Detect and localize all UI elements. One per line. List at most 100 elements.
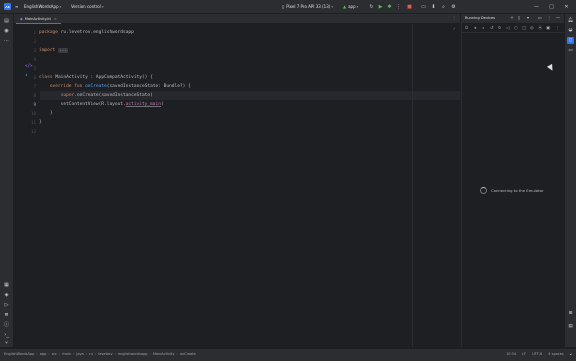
- left-tool-strip: ▤ ◉ ⋯ ▦ ◈ ▷ ≣ ⓘ ›_ ⑂: [0, 14, 14, 347]
- breadcrumb-item[interactable]: levetrov: [98, 352, 112, 356]
- override-gutter-icon[interactable]: ↥: [25, 72, 28, 77]
- volume-up-icon[interactable]: ◂: [474, 25, 476, 30]
- search-icon[interactable]: ⌕: [440, 3, 447, 10]
- breadcrumb-item[interactable]: MainActivity: [153, 352, 174, 356]
- tab-mainactivity[interactable]: ◆ MainActivity.kt ×: [16, 14, 61, 24]
- code-line[interactable]: super .onCreate(savedInstanceState): [39, 91, 153, 100]
- code-line[interactable]: class MainActivity : AppCompatActivity()…: [39, 73, 153, 82]
- screenshot-icon[interactable]: ◎: [530, 25, 534, 30]
- device-manager-icon[interactable]: ▭: [567, 47, 574, 54]
- sdk-manager-icon[interactable]: ⬇: [430, 3, 437, 10]
- device-manager-icon[interactable]: ▭: [420, 3, 427, 10]
- device-explorer-icon[interactable]: ▤: [567, 323, 574, 330]
- breadcrumb-separator-icon: ›: [48, 352, 50, 356]
- class-gutter-icon[interactable]: </>: [25, 63, 33, 68]
- screen-record-icon[interactable]: ⦿: [538, 25, 542, 31]
- tab-label: MainActivity.kt: [24, 16, 51, 21]
- project-folder-icon[interactable]: ▤: [3, 17, 10, 24]
- maximize-icon[interactable]: □: [548, 3, 555, 10]
- add-device-icon[interactable]: ＋: [510, 15, 514, 21]
- extended-controls-icon[interactable]: ⋮: [555, 25, 559, 30]
- file-encoding[interactable]: UTF-8: [532, 352, 542, 356]
- android-studio-logo-icon[interactable]: AS: [4, 3, 11, 10]
- power-icon[interactable]: ⏻: [465, 25, 468, 30]
- resource-manager-icon[interactable]: ◈: [3, 291, 10, 298]
- problems-icon[interactable]: ⓘ: [3, 321, 10, 328]
- code-editor[interactable]: ✓ </> ↥ 1 2 3 4 5 6 7 8 9 10 11 12 package ru.levet…: [14, 24, 460, 347]
- commit-icon[interactable]: ◉: [3, 27, 10, 34]
- layout-inspector-icon[interactable]: ⊞: [567, 310, 574, 317]
- back-icon[interactable]: ◁: [506, 25, 509, 30]
- notifications-icon[interactable]: 🔔︎: [567, 17, 574, 24]
- chevron-down-icon[interactable]: ▾: [527, 15, 529, 20]
- overview-icon[interactable]: □: [522, 25, 526, 30]
- close-icon[interactable]: ✕: [563, 3, 570, 10]
- code-line[interactable]: override fun onCreate (savedInstanceState…: [39, 82, 191, 91]
- structure-icon[interactable]: ⋯: [3, 37, 10, 44]
- stop-icon[interactable]: ■: [406, 3, 413, 10]
- breadcrumb-item[interactable]: main: [62, 352, 71, 356]
- code-token: }: [39, 120, 42, 125]
- emulator-toolbar: ⏻ ◂ ◃ ↺ ↻ ◁ ○ □ ◎ ⦿ ▣ ⋮: [462, 23, 565, 33]
- terminal-icon[interactable]: ›_: [3, 331, 10, 338]
- right-margin-guide: [412, 24, 413, 347]
- breadcrumb-item[interactable]: EnglishWordsApp: [4, 352, 34, 356]
- code-line[interactable]: setContentView(R.layout. activity_main): [39, 100, 164, 109]
- status-bar: EnglishWordsApp › app › src › main › java › ru › lev…: [0, 348, 576, 361]
- run-tool-icon[interactable]: ▷: [3, 301, 10, 308]
- run-config-selector[interactable]: ▲ app ▾: [343, 3, 358, 10]
- close-tab-icon[interactable]: ×: [54, 17, 57, 21]
- code-token: MainActivity : AppCompatActivity() {: [55, 75, 153, 80]
- breadcrumb-item[interactable]: src: [52, 352, 57, 356]
- code-line[interactable]: package ru.levetrov.englishwordsapp: [39, 28, 134, 37]
- vcs-selector[interactable]: Version control ▾: [71, 3, 104, 10]
- code-line[interactable]: }: [39, 118, 42, 127]
- breadcrumb-item[interactable]: ru: [89, 352, 93, 356]
- snapshot-icon[interactable]: ▣: [546, 25, 550, 30]
- code-token: ru.levetrov.englishwordsapp: [60, 30, 134, 35]
- code-line[interactable]: }: [39, 109, 53, 118]
- device-name: Pixel 7 Pro API 33 (13): [286, 4, 331, 9]
- phone-icon[interactable]: ▯: [518, 15, 520, 20]
- more-actions-icon[interactable]: ⋮: [395, 3, 402, 10]
- volume-down-icon[interactable]: ◃: [482, 25, 484, 30]
- gradle-icon[interactable]: ◒: [567, 27, 574, 34]
- logcat-icon[interactable]: ≣: [3, 311, 10, 318]
- folded-imports[interactable]: ...: [57, 48, 69, 53]
- running-devices-icon[interactable]: ▯: [567, 37, 574, 44]
- run-icon[interactable]: ▶: [377, 3, 384, 10]
- breadcrumb-item[interactable]: onCreate: [180, 352, 196, 356]
- version-control-icon[interactable]: ⑂: [3, 339, 10, 346]
- breadcrumb-item[interactable]: app: [40, 352, 47, 356]
- line-separator[interactable]: LF: [522, 352, 526, 356]
- breadcrumb-item[interactable]: englishwordsapp: [118, 352, 148, 356]
- vcs-label: Version control: [71, 4, 101, 9]
- device-selector[interactable]: ▯ Pixel 7 Pro API 33 (13) ▾: [282, 3, 333, 10]
- debug-icon[interactable]: ✱: [386, 3, 393, 10]
- line-number: 6: [33, 75, 36, 80]
- refresh-icon[interactable]: ↻: [368, 3, 375, 10]
- window-options-icon[interactable]: ▭: [538, 15, 542, 20]
- hide-panel-icon[interactable]: —: [556, 15, 560, 20]
- rotate-left-icon[interactable]: ↺: [490, 25, 494, 30]
- minimize-icon[interactable]: —: [533, 3, 540, 10]
- more-options-icon[interactable]: ⋮: [547, 15, 551, 20]
- line-number: 1: [33, 30, 36, 35]
- home-icon[interactable]: ○: [514, 25, 518, 30]
- android-icon: ▲: [343, 4, 347, 9]
- indent-setting[interactable]: 4 spaces: [548, 352, 563, 356]
- cursor-position[interactable]: 10:34: [506, 352, 516, 356]
- settings-gear-icon[interactable]: ⚙: [450, 3, 457, 10]
- more-tabs-icon[interactable]: ⋮: [452, 15, 456, 20]
- breadcrumb-separator-icon: ›: [94, 352, 97, 356]
- inspection-ok-icon[interactable]: ✓: [453, 26, 456, 31]
- project-selector[interactable]: EnglishWordsApp ▾: [24, 3, 61, 10]
- rotate-right-icon[interactable]: ↻: [498, 25, 502, 30]
- code-token: setContentView(R.layout.: [39, 102, 126, 107]
- lock-icon[interactable]: 🔓︎: [570, 352, 572, 356]
- main-menu-icon[interactable]: ≡: [15, 3, 18, 10]
- code-line[interactable]: import ...: [39, 46, 69, 55]
- build-variants-icon[interactable]: ▦: [3, 281, 10, 288]
- breadcrumb-item[interactable]: java: [76, 352, 83, 356]
